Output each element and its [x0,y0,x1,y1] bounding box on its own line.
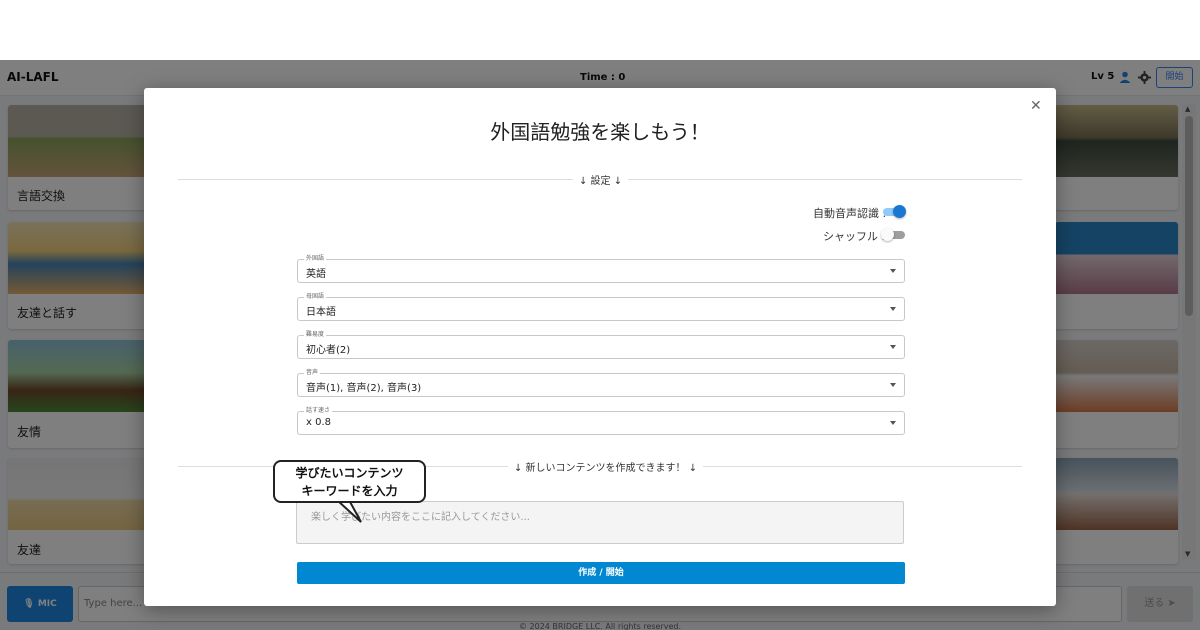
voice-select[interactable]: 音声 音声(1), 音声(2), 音声(3) [297,368,905,397]
new-content-header: ↓ 新しいコンテンツを作成できます！ ↓ [508,459,704,474]
field-value: 音声(1), 音声(2), 音声(3) [306,383,422,394]
field-legend: 音声 [304,368,321,377]
native-language-select[interactable]: 母国語 日本語 [297,292,905,321]
content-textarea[interactable]: 楽しく学びたい内容をここに記入してください... [296,501,904,544]
dropdown-arrow-icon [890,345,896,349]
callout-line-1: 学びたいコンテンツ [295,466,404,480]
settings-header: ↓ 設定 ↓ [573,172,629,187]
shuffle-toggle[interactable] [881,228,905,241]
toggle-knob [881,228,894,241]
top-margin [0,0,1200,60]
field-legend: 話す速さ [304,406,333,415]
auto-speech-toggle[interactable] [883,205,906,218]
toggle-knob [893,205,906,218]
field-legend: 外国語 [304,254,327,263]
create-start-button[interactable]: 作成 / 開始 [297,562,905,584]
field-value: 英語 [306,269,326,280]
callout-bubble: 学びたいコンテンツ キーワードを入力 [273,460,426,503]
foreign-language-select[interactable]: 外国語 英語 [297,254,905,283]
field-value: x 0.8 [306,417,331,428]
difficulty-select[interactable]: 難易度 初心者(2) [297,330,905,359]
dropdown-arrow-icon [890,383,896,387]
field-value: 日本語 [306,307,336,318]
speaking-speed-select[interactable]: 話す速さ x 0.8 [297,406,905,435]
field-value: 初心者(2) [306,345,351,356]
auto-speech-label: 自動音声認識 : [813,207,887,220]
settings-modal: ✕ 外国語勉強を楽しもう！ ↓ 設定 ↓ 自動音声認識 : シャッフル : 外国… [144,88,1056,606]
field-legend: 難易度 [304,330,327,339]
callout-line-2: キーワードを入力 [301,484,398,498]
field-legend: 母国語 [304,292,327,301]
shuffle-label: シャッフル : [823,230,886,243]
modal-title: 外国語勉強を楽しもう！ [490,120,710,144]
callout-tail [336,500,362,523]
settings-divider: ↓ 設定 ↓ [178,172,1022,187]
close-icon[interactable]: ✕ [1030,98,1042,114]
dropdown-arrow-icon [890,421,896,425]
dropdown-arrow-icon [890,269,896,273]
dropdown-arrow-icon [890,307,896,311]
